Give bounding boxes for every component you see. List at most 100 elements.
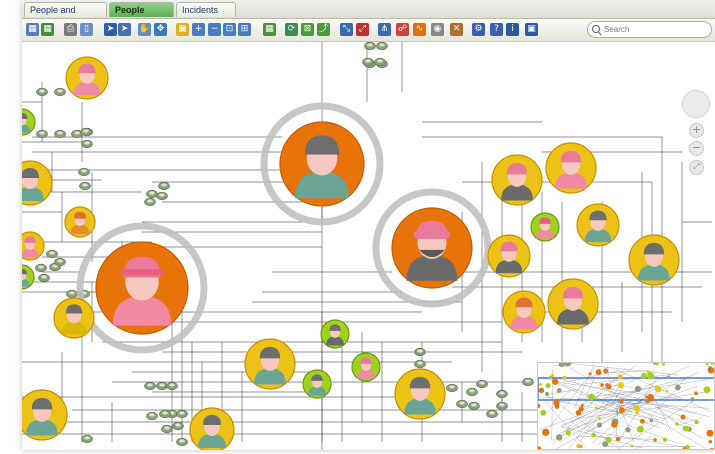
person-node[interactable] (260, 102, 384, 226)
link-node[interactable] (158, 181, 170, 191)
link-icon[interactable]: ☍ (396, 23, 409, 36)
link-node[interactable] (156, 191, 168, 201)
path-icon[interactable]: ∿ (413, 23, 426, 36)
link-node[interactable] (466, 387, 478, 397)
export-icon[interactable]: ⤴ (317, 23, 330, 36)
link-node[interactable] (176, 409, 188, 419)
fit-view-button[interactable]: ⤢ (689, 160, 704, 175)
link-node[interactable] (54, 87, 66, 97)
link-node[interactable] (166, 381, 178, 391)
link-node[interactable] (496, 389, 508, 399)
person-node[interactable] (302, 369, 332, 399)
minimap-viewport[interactable] (538, 377, 715, 401)
search-box[interactable] (587, 21, 712, 38)
fit-window-icon[interactable]: ⊠ (301, 23, 314, 36)
link-node[interactable] (161, 424, 173, 434)
person-node[interactable] (502, 290, 546, 334)
link-node[interactable] (144, 381, 156, 391)
minimap-close-icon[interactable]: × (707, 363, 712, 373)
link-node[interactable] (146, 189, 158, 199)
link-node[interactable] (54, 129, 66, 139)
help-icon[interactable]: ? (490, 23, 503, 36)
layout-icon[interactable]: ▦ (26, 23, 39, 36)
tab-incidents-map[interactable]: Incidents Map (176, 2, 236, 30)
move-icon[interactable]: ✥ (154, 23, 167, 36)
zoom-in-icon[interactable]: + (192, 23, 205, 36)
print-icon[interactable]: ⎙ (64, 23, 77, 36)
person-node[interactable] (22, 108, 36, 136)
person-node[interactable] (547, 278, 599, 330)
link-node[interactable] (54, 257, 66, 267)
person-node[interactable] (351, 352, 381, 382)
window-icon[interactable]: ▣ (525, 23, 538, 36)
link-node[interactable] (156, 381, 168, 391)
link-node[interactable] (446, 383, 458, 393)
zoom-in-button[interactable]: + (689, 123, 704, 138)
person-node[interactable] (22, 231, 45, 261)
person-node[interactable] (22, 264, 35, 290)
pan-hand-icon[interactable]: ✋ (138, 23, 151, 36)
link-node[interactable] (36, 129, 48, 139)
link-node[interactable] (81, 434, 93, 444)
person-node[interactable] (372, 188, 492, 308)
link-node[interactable] (414, 347, 426, 357)
link-node[interactable] (159, 409, 171, 419)
person-node[interactable] (53, 297, 95, 339)
link-node[interactable] (81, 139, 93, 149)
link-node[interactable] (46, 249, 58, 259)
link-node[interactable] (362, 57, 374, 67)
tab-people-network[interactable]: People Network (109, 2, 174, 30)
collapse-icon[interactable]: ⤢ (356, 23, 369, 36)
link-node[interactable] (486, 409, 498, 419)
link-node[interactable] (522, 377, 534, 387)
settings-icon[interactable]: ⚙ (472, 23, 485, 36)
link-node[interactable] (468, 401, 480, 411)
person-node[interactable] (394, 368, 446, 420)
person-node[interactable] (576, 203, 620, 247)
layout-alt-icon[interactable]: ▦ (41, 23, 54, 36)
zoom-out-button[interactable]: − (689, 141, 704, 156)
link-node[interactable] (78, 167, 90, 177)
person-node[interactable] (244, 338, 296, 390)
focus-icon[interactable]: ◉ (431, 23, 444, 36)
person-node[interactable] (22, 160, 53, 206)
delete-icon[interactable]: ✕ (450, 23, 463, 36)
page-icon[interactable]: ▯ (80, 23, 93, 36)
person-node[interactable] (65, 56, 109, 100)
pan-control[interactable] (682, 90, 710, 118)
person-node[interactable] (189, 407, 235, 450)
link-node[interactable] (374, 57, 386, 67)
person-node[interactable] (530, 212, 560, 242)
zoom-out-icon[interactable]: − (208, 23, 221, 36)
person-node[interactable] (487, 234, 531, 278)
zoom-reset-icon[interactable]: ⊞ (238, 23, 251, 36)
link-node[interactable] (35, 263, 47, 273)
person-node[interactable] (320, 319, 350, 349)
person-node[interactable] (628, 234, 680, 286)
zoom-area-icon[interactable]: ▣ (176, 23, 189, 36)
zoom-fit-icon[interactable]: ⊡ (223, 23, 236, 36)
search-input[interactable] (604, 23, 704, 36)
link-node[interactable] (376, 42, 388, 51)
overview-minimap[interactable]: × (537, 362, 715, 450)
tab-people-and-incidents[interactable]: People and Incidents (24, 2, 107, 30)
link-node[interactable] (146, 411, 158, 421)
expand-icon[interactable]: ⤡ (340, 23, 353, 36)
person-node[interactable] (64, 206, 96, 238)
link-node[interactable] (79, 181, 91, 191)
link-node[interactable] (496, 401, 508, 411)
select-alt-icon[interactable]: ➤ (118, 23, 131, 36)
link-node[interactable] (38, 273, 50, 283)
person-node[interactable] (545, 142, 597, 194)
link-node[interactable] (66, 289, 78, 299)
person-node[interactable] (22, 389, 68, 441)
refresh-icon[interactable]: ⟳ (285, 23, 298, 36)
link-node[interactable] (456, 399, 468, 409)
person-node[interactable] (76, 222, 208, 354)
grid-icon[interactable]: ▦ (263, 23, 276, 36)
link-node[interactable] (144, 197, 156, 207)
hierarchy-icon[interactable]: ⋔ (378, 23, 391, 36)
info-icon[interactable]: i (506, 23, 519, 36)
link-node[interactable] (176, 437, 188, 447)
link-node[interactable] (364, 42, 376, 51)
